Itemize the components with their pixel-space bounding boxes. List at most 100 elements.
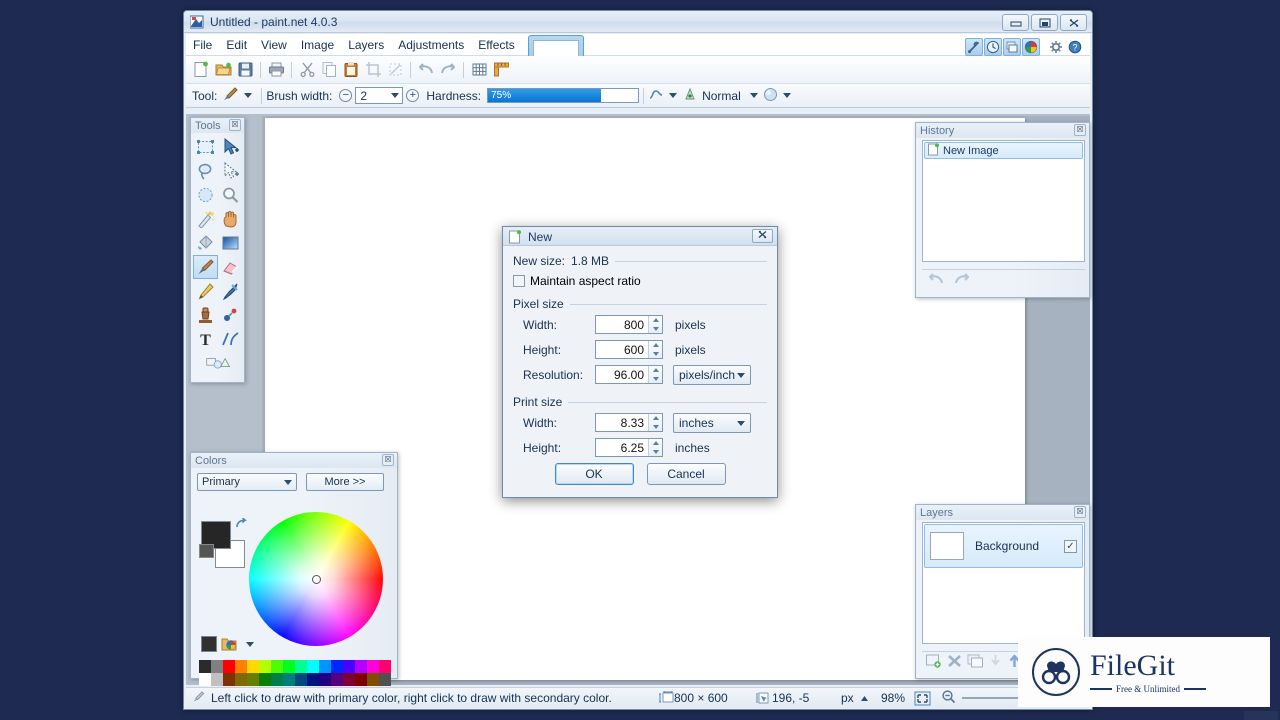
deselect-all-button[interactable] <box>384 59 406 81</box>
stepper-down-icon[interactable] <box>652 376 659 381</box>
eraser-tool[interactable] <box>218 255 243 279</box>
color-picker-tool[interactable] <box>218 279 243 303</box>
minimize-button[interactable] <box>1002 14 1029 31</box>
palette-swatch[interactable] <box>211 673 223 686</box>
palette-swatch[interactable] <box>307 660 319 673</box>
blend-mode-caret-icon[interactable] <box>749 93 758 98</box>
tools-toggle-button[interactable] <box>965 38 983 56</box>
palette-swatch[interactable] <box>379 673 391 686</box>
palette-swatch[interactable] <box>379 660 391 673</box>
resolution-input[interactable]: 96.00 <box>595 365 663 384</box>
stepper-up-icon[interactable] <box>652 368 659 373</box>
palette-swatch[interactable] <box>295 673 307 686</box>
colors-panel-header[interactable]: Colors ☒ <box>191 453 397 468</box>
maintain-aspect-ratio-checkbox[interactable] <box>513 275 525 287</box>
dialog-title-bar[interactable]: New <box>503 227 777 246</box>
recolor-tool[interactable] <box>218 303 243 327</box>
menu-item-view[interactable]: View <box>254 35 294 55</box>
history-list-item[interactable]: New Image <box>924 142 1083 159</box>
print-height-stepper[interactable] <box>648 439 662 456</box>
history-redo-button[interactable] <box>952 271 972 290</box>
title-bar[interactable]: Untitled - paint.net 4.0.3 <box>184 11 1092 33</box>
palette-swatch[interactable] <box>307 673 319 686</box>
palette-swatch[interactable] <box>247 660 259 673</box>
dialog-close-button[interactable] <box>752 229 773 243</box>
shapes-tool[interactable] <box>205 351 231 375</box>
history-undo-button[interactable] <box>926 271 946 290</box>
new-image-button[interactable] <box>190 59 212 81</box>
stepper-up-icon[interactable] <box>652 416 659 421</box>
menu-item-layers[interactable]: Layers <box>341 35 391 55</box>
palette-swatch[interactable] <box>355 673 367 686</box>
status-unit-selector[interactable]: px <box>841 691 869 705</box>
palette-swatch[interactable] <box>283 673 295 686</box>
move-selected-tool[interactable] <box>218 135 243 159</box>
cut-button[interactable] <box>296 59 318 81</box>
chevron-down-icon[interactable] <box>737 420 745 426</box>
pixel-width-input[interactable]: 800 <box>595 315 663 334</box>
palette-swatch[interactable] <box>235 673 247 686</box>
print-width-input[interactable]: 8.33 <box>595 413 663 432</box>
palette-swatch[interactable] <box>199 673 211 686</box>
fit-to-window-button[interactable] <box>914 691 931 706</box>
stepper-down-icon[interactable] <box>652 351 659 356</box>
pan-tool[interactable] <box>218 207 243 231</box>
palette-swatch[interactable] <box>271 673 283 686</box>
color-palette-strip[interactable] <box>199 660 391 686</box>
palette-swatch[interactable] <box>211 660 223 673</box>
color-wheel-cursor[interactable] <box>312 575 321 584</box>
stepper-down-icon[interactable] <box>652 424 659 429</box>
toggle-grid-button[interactable] <box>468 59 490 81</box>
caret-up-icon[interactable] <box>860 691 869 705</box>
resolution-stepper[interactable] <box>648 366 662 383</box>
palette-row-bottom[interactable] <box>199 673 391 686</box>
close-icon[interactable]: ☒ <box>1074 124 1086 136</box>
palette-swatch[interactable] <box>295 660 307 673</box>
ellipse-select-tool[interactable] <box>193 183 218 207</box>
palette-swatch[interactable] <box>319 660 331 673</box>
palette-swatch[interactable] <box>223 660 235 673</box>
tool-dropdown-caret-icon[interactable] <box>244 93 253 98</box>
palette-swatch[interactable] <box>235 660 247 673</box>
add-layer-button[interactable] <box>925 653 942 672</box>
palette-dropdown-caret-icon[interactable] <box>246 642 254 647</box>
print-height-input[interactable]: 6.25 <box>595 438 663 457</box>
color-mode-select[interactable]: Primary <box>197 473 297 491</box>
layers-list[interactable]: Background ✓ <box>922 522 1085 644</box>
menu-item-file[interactable]: File <box>186 35 219 55</box>
chevron-down-icon[interactable] <box>737 372 745 378</box>
tools-panel-header[interactable]: Tools ☒ <box>191 118 244 133</box>
print-unit-select[interactable]: inches <box>673 412 751 433</box>
open-image-button[interactable] <box>212 59 234 81</box>
zoom-out-button[interactable] <box>941 689 956 707</box>
paintbrush-icon[interactable] <box>221 86 239 105</box>
pixel-width-stepper[interactable] <box>648 316 662 333</box>
palette-swatch[interactable] <box>355 660 367 673</box>
copy-button[interactable] <box>318 59 340 81</box>
blending-caret-icon[interactable] <box>782 93 791 98</box>
layers-toggle-button[interactable] <box>1003 38 1021 56</box>
brush-width-input[interactable]: 2 <box>355 87 404 104</box>
hardness-slider[interactable]: 75% <box>487 88 640 103</box>
print-image-button[interactable] <box>265 59 287 81</box>
chevron-down-icon[interactable] <box>284 480 292 485</box>
menu-item-effects[interactable]: Effects <box>471 35 521 55</box>
maintain-aspect-ratio-row[interactable]: Maintain aspect ratio <box>513 274 767 288</box>
undo-button[interactable] <box>415 59 437 81</box>
maximize-button[interactable] <box>1031 14 1058 31</box>
palette-swatch[interactable] <box>199 660 211 673</box>
chevron-down-icon[interactable] <box>391 93 400 98</box>
paste-button[interactable] <box>340 59 362 81</box>
print-width-stepper[interactable] <box>648 414 662 431</box>
stepper-up-icon[interactable] <box>652 343 659 348</box>
zoom-tool[interactable] <box>218 183 243 207</box>
palette-swatch[interactable] <box>343 660 355 673</box>
toggle-rulers-button[interactable] <box>490 59 512 81</box>
menu-item-image[interactable]: Image <box>294 35 341 55</box>
magic-wand-tool[interactable] <box>193 207 218 231</box>
palette-swatch[interactable] <box>223 673 235 686</box>
save-image-button[interactable] <box>234 59 256 81</box>
gradient-tool[interactable] <box>218 231 243 255</box>
text-tool[interactable]: T <box>193 327 218 351</box>
layer-list-item[interactable]: Background ✓ <box>924 524 1083 568</box>
